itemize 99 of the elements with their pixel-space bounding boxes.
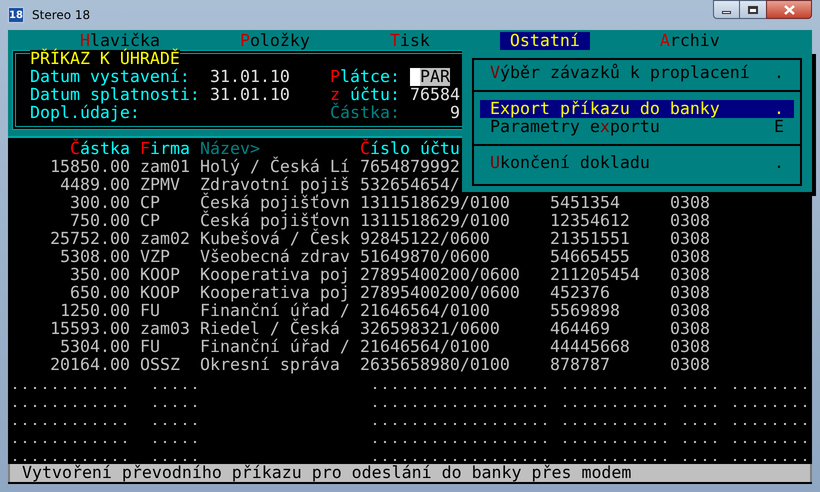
menu-item[interactable]: Ostatní [500,32,590,50]
table-cell: Česká pojišťovn [200,212,350,230]
table-cell: 21646564/0100 [360,338,490,356]
table-cell: 0308 [670,338,710,356]
menu-item[interactable]: Archiv [650,32,730,50]
table-cell: Zdravotní pojiš [200,176,350,194]
table-cell: Kooperativa poj [200,284,350,302]
field-value: 9 [449,104,460,122]
field-label: Plátce: [330,68,401,86]
table-cell-text: 15593.00 [49,320,130,338]
table-cell-text: FU [140,338,161,356]
table-cell-text: Riedel / Česká [200,320,341,338]
table-cell-text: VZP [140,248,171,266]
table-cell-text: 5451354 [550,194,621,212]
column-header: Název> [200,140,261,158]
field-label: Částka: [330,104,401,122]
column-header: Částka [69,140,130,158]
table-cell: 0308 [670,320,710,338]
table-cell-text: 25752.00 [49,230,130,248]
table-cell: 0308 [670,212,710,230]
close-button[interactable] [766,0,812,19]
maximize-button[interactable] [740,0,766,19]
table-cell: Kubešová / Česk [200,230,350,248]
table-cell-text: 5304.00 [59,338,130,356]
table-cell: 532654654/ [360,176,460,194]
table-cell-text: 878787 [550,356,611,374]
table-cell: 7654879992 [360,158,460,176]
table-cell-text: FU [140,302,161,320]
table-cell: 27895400200/0600 [360,284,520,302]
table-cell-text: CP [140,212,161,230]
table-cell: 27895400200/0600 [360,266,520,284]
table-cell-text: 21351551 [550,230,631,248]
field-value: 76584 [410,86,460,104]
table-cell-text: 15850.00 [49,158,130,176]
table-cell-text: 464469 [550,320,611,338]
table-cell: 0308 [670,230,710,248]
table-cell: zam01 [140,158,190,176]
table-cell: 326598321/0600 [360,320,500,338]
table-cell: 92845122/0600 [360,230,490,248]
menu-item[interactable]: Hlavička [70,32,170,50]
table-cell-text: 4489.00 [59,176,130,194]
table-cell-text: OSSZ [140,356,181,374]
table-cell-text: 211205454 [550,266,641,284]
field-label: Dopl.údaje: [30,104,140,122]
app-icon: 18 [8,7,24,23]
table-cell: 0308 [670,284,710,302]
status-bar: Vytvoření převodního příkazu pro odeslání do banky přes modem [8,464,812,482]
table-cell: Holý / Česká Lí [200,158,350,176]
table-cell: Všeobecná zdrav [200,248,350,266]
table-cell-text: 44445668 [550,338,631,356]
field-value: 31.01.10 [210,86,290,104]
table-cell: Finanční úřad / [200,302,350,320]
field-label: Datum splatnosti: [30,86,201,104]
table-cell: 1311518629/0100 [360,212,510,230]
table-cell: zam03 [140,320,190,338]
menu-item[interactable]: Tisk [380,32,440,50]
table-cell-text: CP [140,194,161,212]
table-cell-text: 54665455 [550,248,631,266]
table-cell: Finanční úřad / [200,338,350,356]
table-cell-text: 5569898 [550,302,621,320]
field-label: Datum vystavení: [30,68,191,86]
table-cell: 0308 [670,194,710,212]
table-cell-text: ZPMV [140,176,181,194]
table-cell-text: 650.00 [69,284,130,302]
table-cell-text: KOOP [140,284,181,302]
table-cell-text: 5308.00 [59,248,130,266]
table-cell-text: 12354612 [550,212,631,230]
close-icon [784,4,794,14]
table-cell: 0308 [670,356,710,374]
table-cell: Kooperativa poj [200,266,350,284]
table-cell: 51649870/0600 [360,248,490,266]
table-cell: 21646564/0100 [360,302,490,320]
table-cell-text: Okresní správa [200,356,341,374]
table-cell: 0308 [670,302,710,320]
table-cell: 1311518629/0100 [360,194,510,212]
column-header: Firma [140,140,190,158]
table-cell: zam02 [140,230,190,248]
table-cell: 2635658980/0100 [360,356,510,374]
table-cell-text: 750.00 [69,212,130,230]
minimize-button[interactable] [713,0,740,19]
table-cell: 0308 [670,248,710,266]
menu-option[interactable]: Parametry exportu E [480,118,794,136]
menu-option[interactable]: Export příkazu do banky . [480,100,794,118]
table-cell-text: 20164.00 [49,356,130,374]
table-cell: Česká pojišťovn [200,194,350,212]
table-cell-text: 452376 [550,284,611,302]
input-field[interactable]: PAR [410,68,450,86]
menu-option[interactable]: Výběr závazků k proplacení . [480,64,794,82]
field-label: z účtu: [330,86,401,104]
menu-item[interactable]: Položky [230,32,320,50]
table-cell-text: 350.00 [69,266,130,284]
field-value: 31.01.10 [210,68,290,86]
table-cell-text: 1250.00 [59,302,130,320]
table-cell: 0308 [670,266,710,284]
menu-option[interactable]: Ukončení dokladu . [480,154,794,172]
table-cell-text: KOOP [140,266,181,284]
table-cell-text: 300.00 [69,194,130,212]
column-header: Číslo účtu [360,140,460,158]
window-title: Stereo 18 [32,7,90,24]
